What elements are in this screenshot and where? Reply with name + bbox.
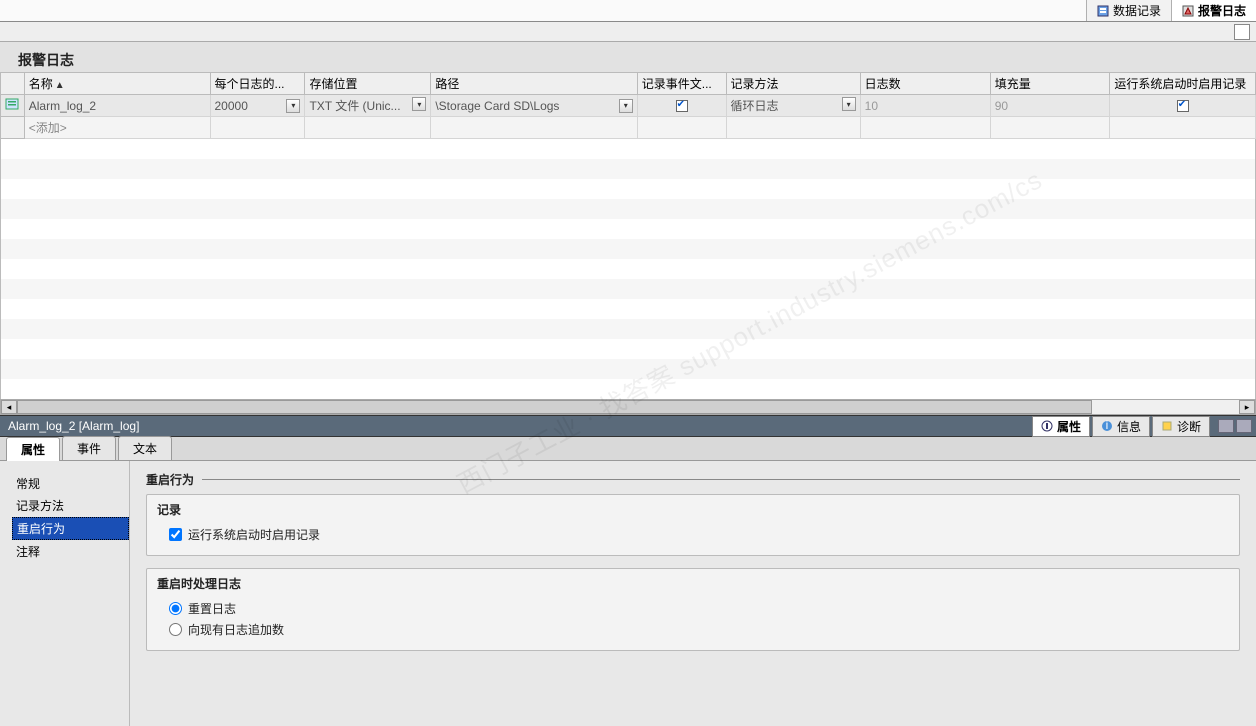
scroll-right-icon[interactable]: ▸ bbox=[1239, 400, 1255, 414]
dropdown-icon[interactable]: ▾ bbox=[412, 97, 426, 111]
col-record-method[interactable]: 记录方法 bbox=[726, 73, 860, 95]
col-storage[interactable]: 存储位置 bbox=[305, 73, 431, 95]
inspector-body: 常规 记录方法 重启行为 注释 重启行为 记录 运行系统启动时启用记录 重启时处… bbox=[0, 461, 1256, 726]
spinner-icon[interactable]: ▾ bbox=[286, 99, 300, 113]
enable-on-start-label: 运行系统启动时启用记录 bbox=[188, 526, 320, 543]
reset-log-radio[interactable] bbox=[169, 602, 182, 615]
cell-per-log[interactable]: 20000▾ bbox=[210, 95, 305, 117]
alarm-log-table: 名称▲ 每个日志的... 存储位置 路径 记录事件文... 记录方法 日志数 填… bbox=[0, 72, 1256, 139]
cell-path[interactable]: \Storage Card SD\Logs▾ bbox=[431, 95, 637, 117]
tab-alarm-logs[interactable]: 报警日志 bbox=[1171, 0, 1256, 21]
data-records-icon bbox=[1097, 5, 1109, 17]
inspector-sub-tabs: 属性 事件 文本 bbox=[0, 437, 1256, 461]
cell-record-method[interactable]: 循环日志▾ bbox=[726, 95, 860, 117]
group-record-title: 记录 bbox=[157, 501, 1229, 518]
nav-general[interactable]: 常规 bbox=[12, 473, 129, 494]
mini-toolbar bbox=[0, 22, 1256, 42]
append-log-label: 向现有日志追加数 bbox=[188, 621, 284, 638]
window-minimize-button[interactable] bbox=[1236, 419, 1252, 433]
group-restart-title: 重启时处理日志 bbox=[157, 575, 1229, 592]
cell-fill[interactable]: 90 bbox=[990, 95, 1110, 117]
col-per-log[interactable]: 每个日志的... bbox=[210, 73, 305, 95]
nav-restart-behavior[interactable]: 重启行为 bbox=[12, 517, 129, 540]
inspector-tab-properties[interactable]: 属性 bbox=[1032, 416, 1090, 437]
diagnostics-icon bbox=[1161, 420, 1173, 432]
inspector-header: Alarm_log_2 [Alarm_log] 属性 i 信息 诊断 bbox=[0, 415, 1256, 437]
inspector-tab-diagnostics[interactable]: 诊断 bbox=[1152, 416, 1210, 437]
dropdown-icon[interactable]: ▾ bbox=[842, 97, 856, 111]
reset-log-label: 重置日志 bbox=[188, 600, 236, 617]
tab-data-records[interactable]: 数据记录 bbox=[1086, 0, 1171, 21]
grid-area: 名称▲ 每个日志的... 存储位置 路径 记录事件文... 记录方法 日志数 填… bbox=[0, 72, 1256, 415]
scroll-thumb[interactable] bbox=[17, 400, 1092, 414]
grid-empty-rows bbox=[0, 139, 1256, 399]
checkbox-enable-on-start[interactable]: 运行系统启动时启用记录 bbox=[157, 524, 1229, 545]
tab-data-records-label: 数据记录 bbox=[1113, 2, 1161, 19]
cell-storage[interactable]: TXT 文件 (Unic...▾ bbox=[305, 95, 431, 117]
toolbar-button[interactable] bbox=[1234, 24, 1250, 40]
row-header-corner bbox=[1, 73, 25, 95]
col-fill[interactable]: 填充量 bbox=[990, 73, 1110, 95]
scroll-left-icon[interactable]: ◂ bbox=[1, 400, 17, 414]
checkbox-checked-icon[interactable] bbox=[676, 100, 688, 112]
add-row[interactable]: <添加> bbox=[1, 117, 1256, 139]
subtab-events[interactable]: 事件 bbox=[62, 436, 116, 460]
cell-record-event[interactable] bbox=[637, 95, 726, 117]
col-record-event[interactable]: 记录事件文... bbox=[637, 73, 726, 95]
cell-enable-on-start[interactable] bbox=[1110, 95, 1256, 117]
properties-icon bbox=[1041, 420, 1053, 432]
col-log-count[interactable]: 日志数 bbox=[860, 73, 990, 95]
content-heading: 重启行为 bbox=[146, 471, 1240, 488]
table-row[interactable]: Alarm_log_2 20000▾ TXT 文件 (Unic...▾ \Sto… bbox=[1, 95, 1256, 117]
svg-text:i: i bbox=[1106, 420, 1109, 432]
info-icon: i bbox=[1101, 420, 1113, 432]
col-path[interactable]: 路径 bbox=[431, 73, 637, 95]
nav-comment[interactable]: 注释 bbox=[12, 541, 129, 562]
radio-reset-log[interactable]: 重置日志 bbox=[157, 598, 1229, 619]
horizontal-scrollbar[interactable]: ◂ ▸ bbox=[0, 399, 1256, 415]
window-buttons bbox=[1218, 419, 1252, 433]
checkbox-checked-icon[interactable] bbox=[1177, 100, 1189, 112]
group-record: 记录 运行系统启动时启用记录 bbox=[146, 494, 1240, 556]
window-layout-button[interactable] bbox=[1218, 419, 1234, 433]
table-header-row: 名称▲ 每个日志的... 存储位置 路径 记录事件文... 记录方法 日志数 填… bbox=[1, 73, 1256, 95]
dropdown-icon[interactable]: ▾ bbox=[619, 99, 633, 113]
col-enable-on-start[interactable]: 运行系统启动时启用记录 bbox=[1110, 73, 1256, 95]
row-icon bbox=[1, 95, 25, 117]
alarm-logs-icon bbox=[1182, 5, 1194, 17]
inspector-tab-info[interactable]: i 信息 bbox=[1092, 416, 1150, 437]
inspector-nav: 常规 记录方法 重启行为 注释 bbox=[0, 461, 130, 726]
inspector-title: Alarm_log_2 [Alarm_log] bbox=[4, 419, 139, 433]
nav-record-method[interactable]: 记录方法 bbox=[12, 495, 129, 516]
section-title: 报警日志 bbox=[0, 42, 1256, 72]
radio-append-log[interactable]: 向现有日志追加数 bbox=[157, 619, 1229, 640]
enable-on-start-checkbox[interactable] bbox=[169, 528, 182, 541]
cell-log-count[interactable]: 10 bbox=[860, 95, 990, 117]
cell-name[interactable]: Alarm_log_2 bbox=[24, 95, 210, 117]
col-name[interactable]: 名称▲ bbox=[24, 73, 210, 95]
inspector-content: 重启行为 记录 运行系统启动时启用记录 重启时处理日志 重置日志 向现有日志追加… bbox=[130, 461, 1256, 726]
top-tab-bar: 数据记录 报警日志 bbox=[0, 0, 1256, 22]
sort-asc-icon: ▲ bbox=[55, 80, 65, 91]
tab-alarm-logs-label: 报警日志 bbox=[1198, 2, 1246, 19]
append-log-radio[interactable] bbox=[169, 623, 182, 636]
group-restart-handling: 重启时处理日志 重置日志 向现有日志追加数 bbox=[146, 568, 1240, 651]
subtab-properties[interactable]: 属性 bbox=[6, 437, 60, 461]
scroll-track[interactable] bbox=[17, 400, 1239, 414]
subtab-texts[interactable]: 文本 bbox=[118, 436, 172, 460]
